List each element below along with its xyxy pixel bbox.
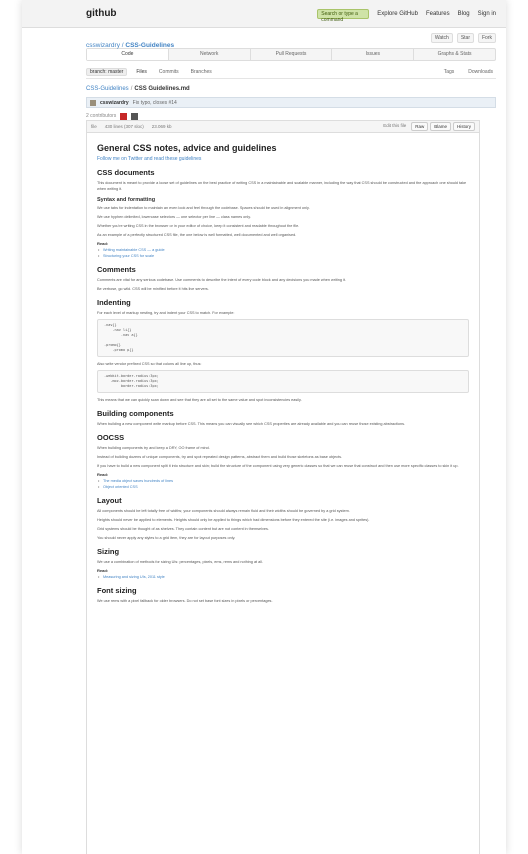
contributor-avatar[interactable]: [131, 112, 139, 120]
doc-intro-link[interactable]: Follow me on Twitter and read these guid…: [97, 156, 469, 162]
section-heading: Font sizing: [97, 586, 137, 595]
paragraph: For each level of markup nesting, try an…: [97, 311, 235, 315]
breadcrumb-file: CSS Guidelines.md: [134, 86, 190, 92]
page: github Search or type a command Explore …: [22, 0, 506, 854]
repo-title: csswizardry / CSS-Guidelines: [86, 42, 175, 49]
paragraph: Whether you're writing CSS in the browse…: [97, 224, 300, 228]
search-input[interactable]: Search or type a command: [317, 8, 370, 23]
repo-name[interactable]: CSS-Guidelines: [125, 42, 174, 49]
top-bar: github Search or type a command Explore …: [22, 0, 506, 28]
file-viewer: file 430 lines (307 sloc) 23.069 kb Edit…: [86, 120, 480, 854]
subtab-branches[interactable]: Branches: [188, 69, 215, 75]
commit-message[interactable]: Fix typo, closes #14: [133, 100, 177, 106]
branch-selector[interactable]: branch: master: [86, 67, 128, 76]
repo-header: csswizardry / CSS-Guidelines Watch Star …: [22, 28, 506, 49]
reading-link[interactable]: Measuring and sizing UIs, 2011 style: [97, 574, 469, 580]
raw-button[interactable]: Raw: [411, 122, 429, 131]
repo-actions: Watch Star Fork: [430, 33, 496, 43]
reading-list: Writing maintainable CSS — a guide Struc…: [97, 247, 469, 259]
read-label: Read:: [97, 568, 109, 573]
paragraph: We use tabs for indentation to maintain …: [97, 206, 310, 210]
reading-list: The media object saves hundreds of lines…: [97, 478, 469, 490]
section-heading: Comments: [97, 265, 136, 274]
paragraph: Heights should never be applied to eleme…: [97, 518, 370, 522]
file-lines: 430 lines (307 sloc): [104, 124, 144, 129]
section-heading: Indenting: [97, 298, 131, 307]
paragraph: This means that we can quickly scan down…: [97, 398, 302, 402]
avatar: [90, 99, 96, 106]
nav-blog[interactable]: Blog: [458, 11, 470, 17]
file-header: file 430 lines (307 sloc) 23.069 kb Edit…: [87, 121, 479, 133]
top-nav: Search or type a command Explore GitHub …: [317, 8, 496, 23]
file-size: 23.069 kb: [151, 124, 172, 129]
tab-issues[interactable]: Issues: [332, 49, 415, 60]
watch-button[interactable]: Watch: [430, 33, 453, 43]
section-heading: Sizing: [97, 547, 120, 556]
paragraph: Instead of building dozens of unique com…: [97, 455, 343, 459]
tab-network[interactable]: Network: [169, 49, 251, 60]
nav-features[interactable]: Features: [426, 11, 450, 17]
sub-tabs: branch: master Files Commits Branches Ta…: [86, 67, 496, 79]
section-heading: CSS documents: [97, 168, 155, 177]
paragraph: Grid systems should be thought of as she…: [97, 527, 269, 531]
paragraph: We use a combination of methods for sizi…: [97, 560, 264, 564]
fork-button[interactable]: Fork: [478, 33, 496, 43]
paragraph: Also write vendor prefixed CSS so that c…: [97, 362, 202, 366]
read-label: Read:: [97, 472, 109, 477]
reading-link[interactable]: Object oriented CSS: [97, 484, 469, 490]
markdown-body: General CSS notes, advice and guidelines…: [87, 133, 479, 617]
paragraph: We use hyphen delimited, lowercase selec…: [97, 215, 251, 219]
subtab-commits[interactable]: Commits: [156, 69, 182, 75]
paragraph: When building components try and keep a …: [97, 446, 210, 450]
tab-code[interactable]: Code: [87, 49, 169, 60]
github-logo[interactable]: github: [86, 8, 117, 19]
code-block: -webkit-border-radius:3px; -moz-border-r…: [97, 370, 469, 393]
subtab-tags[interactable]: Tags: [441, 69, 458, 75]
code-block: .nav{} .nav li{} .nav a{} .promo{} .prom…: [97, 319, 469, 357]
section-heading: Layout: [97, 496, 122, 505]
tab-pull-requests[interactable]: Pull Requests: [251, 49, 333, 60]
history-button[interactable]: History: [452, 122, 475, 131]
paragraph: You should never apply any styles to a g…: [97, 536, 236, 540]
nav-explore[interactable]: Explore GitHub: [377, 11, 418, 17]
paragraph: This document is meant to provide a loos…: [97, 181, 467, 191]
paragraph: When building a new component write mark…: [97, 422, 406, 426]
file-type: file: [91, 124, 97, 129]
paragraph: All components should be left totally fr…: [97, 509, 350, 513]
breadcrumb: CSS-Guidelines / CSS Guidelines.md: [86, 86, 190, 92]
paragraph: If you have to build a new component spl…: [97, 464, 459, 468]
reading-list: Measuring and sizing UIs, 2011 style: [97, 574, 469, 580]
tab-graphs[interactable]: Graphs & Stats: [414, 49, 495, 60]
blame-button[interactable]: Blame: [430, 122, 451, 131]
paragraph: We use rems with a pixel fallback for ol…: [97, 599, 273, 603]
breadcrumb-root[interactable]: CSS-Guidelines: [86, 86, 129, 92]
subtab-downloads[interactable]: Downloads: [465, 69, 496, 75]
reading-link[interactable]: Structuring your CSS for scale: [97, 253, 469, 259]
contributor-avatar[interactable]: [120, 112, 128, 120]
paragraph: As an example of a perfectly structured …: [97, 233, 297, 237]
paragraph: Comments are vital for any serious codeb…: [97, 278, 347, 282]
commit-author[interactable]: csswizardry: [100, 100, 129, 106]
latest-commit-bar: csswizardry Fix typo, closes #14: [86, 97, 496, 108]
doc-title: General CSS notes, advice and guidelines: [97, 143, 277, 153]
edit-file-button[interactable]: Edit this file: [380, 122, 409, 131]
subsection-heading: Syntax and formatting: [97, 197, 156, 203]
read-label: Read:: [97, 241, 109, 246]
nav-sign-in[interactable]: Sign in: [478, 11, 496, 17]
section-heading: OOCSS: [97, 433, 125, 442]
section-heading: Building components: [97, 409, 174, 418]
paragraph: Be verbose, go wild. CSS will be minifie…: [97, 287, 209, 291]
contributors-count: 2 contributors: [86, 113, 117, 119]
star-button[interactable]: Star: [456, 33, 474, 43]
repo-owner[interactable]: csswizardry: [86, 42, 120, 49]
subtab-files[interactable]: Files: [133, 69, 150, 75]
